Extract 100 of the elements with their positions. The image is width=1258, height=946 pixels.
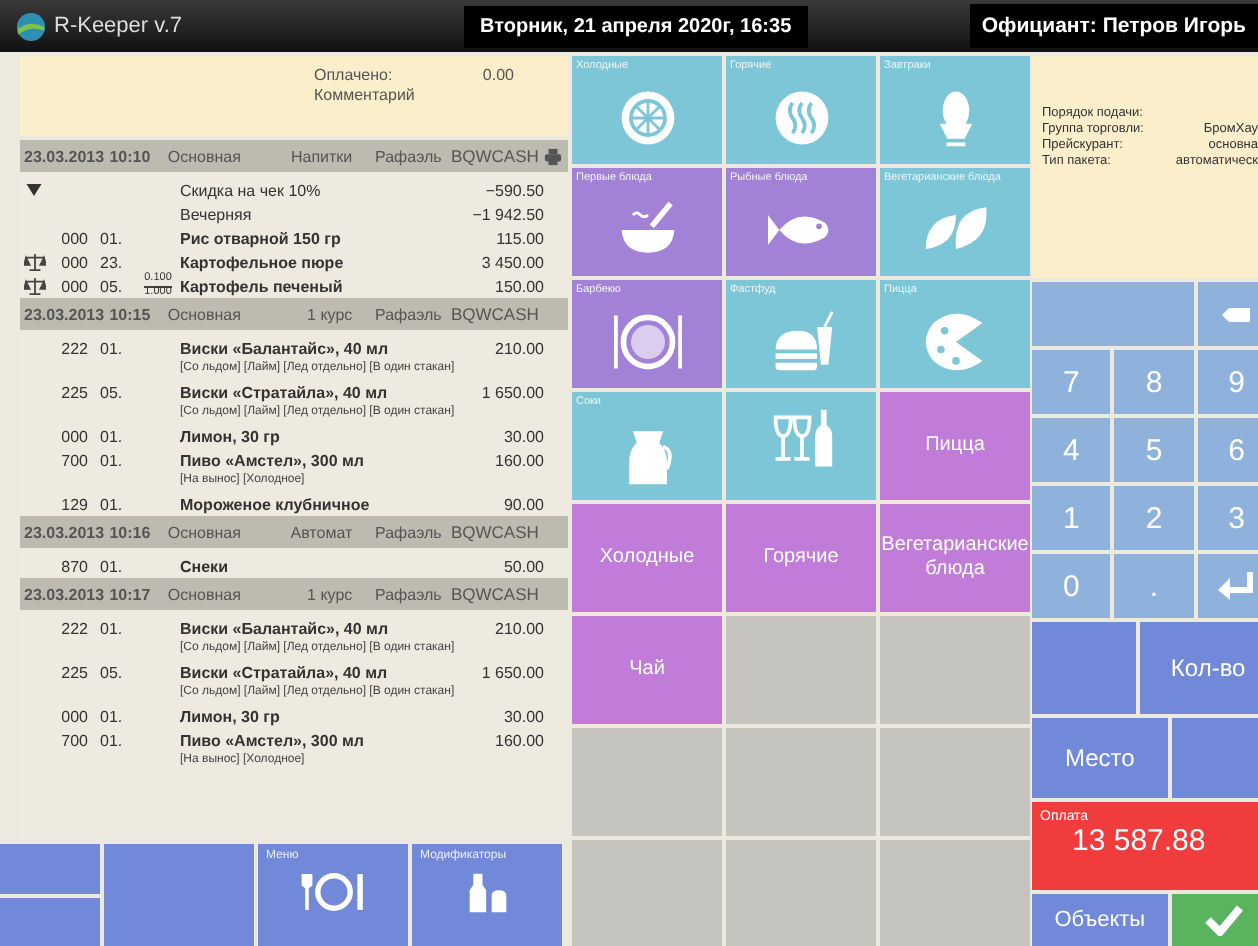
order-item[interactable]: 222 01. Виски «Балантайс», 40 мл 210.00	[20, 336, 568, 360]
empty-tile[interactable]	[880, 840, 1030, 946]
digit-key[interactable]: 5	[1114, 418, 1194, 482]
paid-label: Оплачено:	[314, 66, 395, 84]
empty-tile[interactable]	[880, 616, 1030, 724]
item-name: Снеки	[180, 557, 230, 575]
item-name: Лимон, 30 гр	[180, 427, 282, 445]
item-price: 160.00	[493, 731, 546, 749]
order-course: 1 курс	[305, 305, 353, 323]
order-course: 1 курс	[305, 585, 353, 603]
item-price: 115.00	[494, 229, 546, 247]
digit-key[interactable]: 1	[1032, 486, 1111, 550]
date-time: Вторник, 21 апреля 2020г, 16:35	[464, 5, 808, 47]
order-station: BQWCASH	[448, 522, 539, 542]
item-code: 225	[59, 383, 88, 401]
item-price: 1 650.00	[479, 663, 546, 681]
order-menu: Основная	[167, 305, 265, 323]
item-price: 30.00	[501, 707, 546, 725]
order-header[interactable]: 23.03.2013 10:10 Основная Напитки Рафаэль BQWCASH	[20, 140, 568, 172]
order-item[interactable]: 222 01. Виски «Балантайс», 40 мл 210.00	[20, 616, 568, 640]
empty-tile[interactable]	[572, 840, 722, 946]
order-item[interactable]: 700 01. Пиво «Амстел», 300 мл 160.00	[20, 448, 568, 472]
order-item[interactable]: 225 05. Виски «Стратайла», 40 мл 1 650.00	[20, 380, 568, 404]
order-item[interactable]: 700 01. Пиво «Амстел», 300 мл 160.00	[20, 728, 568, 752]
order-item[interactable]: 870 01. Снеки 50.00	[20, 554, 568, 578]
item-price: 90.00	[501, 495, 546, 513]
digit-key[interactable]: 0	[1032, 554, 1111, 618]
empty-tile[interactable]	[880, 728, 1030, 836]
item-code: 000	[59, 427, 88, 445]
seat-button[interactable]: Место	[1032, 718, 1168, 798]
paid-value: 0.00	[482, 66, 514, 84]
logo-icon	[16, 11, 46, 41]
order-date: 23.03.2013	[24, 523, 107, 541]
item-quantity: 01.	[98, 707, 125, 725]
item-name: Пиво «Амстел», 300 мл	[180, 731, 366, 749]
digit-key[interactable]: 2	[1114, 486, 1194, 550]
backspace-icon	[1222, 307, 1251, 321]
enter-key[interactable]	[1197, 554, 1258, 618]
item-code: 000	[59, 229, 88, 247]
order-waiter: Рафаэль	[373, 305, 442, 323]
item-price: 3 450.00	[479, 253, 546, 271]
order-menu: Основная	[167, 523, 265, 541]
digit-key[interactable]: .	[1114, 554, 1194, 618]
order-item[interactable]: Вечерняя −1 942.50	[20, 202, 568, 226]
category-tile[interactable]: Пицца	[880, 392, 1030, 500]
order-time: 10:10	[109, 147, 153, 165]
order-item[interactable]: 000 23. Картофельное пюре 3 450.00	[20, 250, 568, 274]
item-quantity: 05.	[98, 663, 125, 681]
order-item[interactable]: 000 01. Рис отварной 150 гр 115.00	[20, 226, 568, 250]
check-icon	[1203, 904, 1244, 936]
item-quantity: 05.	[98, 277, 125, 295]
item-code: 000	[59, 277, 88, 295]
digit-key[interactable]: 4	[1032, 418, 1111, 482]
order-item[interactable]: 225 05. Виски «Стратайла», 40 мл 1 650.00	[20, 660, 568, 684]
digit-key[interactable]: 3	[1197, 486, 1258, 550]
digit-key[interactable]: 7	[1032, 350, 1111, 414]
order-station: BQWCASH	[448, 146, 539, 166]
digit-key[interactable]: 8	[1114, 350, 1194, 414]
confirm-button[interactable]	[1171, 894, 1258, 946]
order-item[interactable]: Скидка на чек 10% −590.50	[20, 178, 568, 202]
category-tile[interactable]: Холодные	[572, 504, 722, 612]
item-quantity: 01.	[98, 495, 125, 513]
order-waiter: Рафаэль	[373, 523, 442, 541]
item-name: Виски «Балантайс», 40 мл	[180, 339, 391, 357]
quantity-button[interactable]: Кол-во	[1140, 622, 1258, 714]
order-item[interactable]: 000 01. Лимон, 30 гр 30.00	[20, 704, 568, 728]
item-code: 700	[59, 451, 88, 469]
order-time: 10:16	[109, 523, 153, 541]
item-code: 129	[59, 495, 88, 513]
order-date: 23.03.2013	[24, 305, 107, 323]
empty-tile[interactable]	[726, 728, 876, 836]
order-header[interactable]: 23.03.2013 10:17 Основная 1 курс Рафаэль BQWCASH	[20, 578, 568, 610]
item-price: 150.00	[493, 277, 546, 295]
category-tile[interactable]: Чай	[572, 616, 722, 724]
app-title: R-Keeper v.7	[54, 14, 182, 38]
category-tile[interactable]	[726, 392, 876, 500]
order-item[interactable]: 129 01. Мороженое клубничное 90.00	[20, 492, 568, 516]
category-tile[interactable]: Горячие	[726, 504, 876, 612]
order-course: Автомат	[288, 523, 353, 541]
order-date: 23.03.2013	[24, 585, 107, 603]
digit-key[interactable]: 6	[1197, 418, 1258, 482]
objects-button[interactable]: Объекты	[1032, 894, 1168, 946]
item-code: 870	[59, 557, 88, 575]
backspace-key[interactable]	[1197, 282, 1258, 346]
item-name: Виски «Стратайла», 40 мл	[180, 663, 390, 681]
order-header[interactable]: 23.03.2013 10:15 Основная 1 курс Рафаэль BQWCASH	[20, 298, 568, 330]
empty-tile[interactable]	[572, 728, 722, 836]
item-quantity: 23.	[98, 253, 125, 271]
empty-tile[interactable]	[726, 840, 876, 946]
order-station: BQWCASH	[448, 584, 539, 604]
blank-button[interactable]	[0, 897, 100, 946]
category-tile[interactable]: Вегетарианские блюда	[880, 504, 1030, 612]
order-item[interactable]: 000 01. Лимон, 30 гр 30.00	[20, 424, 568, 448]
item-price: −590.50	[483, 181, 546, 199]
blank-key[interactable]	[1032, 282, 1194, 346]
empty-tile[interactable]	[726, 616, 876, 724]
plate-cutlery-icon	[297, 870, 369, 914]
digit-key[interactable]: 9	[1197, 350, 1258, 414]
order-header[interactable]: 23.03.2013 10:16 Основная Автомат Рафаэль BQWCASH	[20, 516, 568, 548]
item-price: 210.00	[493, 339, 546, 357]
